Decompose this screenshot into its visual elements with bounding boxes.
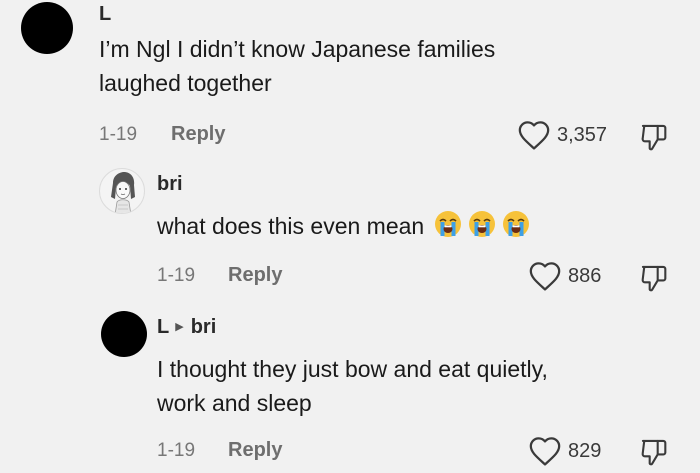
- comment-3: L ▶ bri I thought they just bow and eat qu…: [0, 0, 700, 466]
- heart-outline-icon: [529, 437, 561, 466]
- loudly-crying-face-icon: [469, 211, 496, 237]
- comment-date: 1-19: [157, 440, 196, 461]
- comment-text-line: what does this even mean: [157, 213, 425, 239]
- dislike-button[interactable]: [639, 262, 669, 299]
- comment-text: I’m Ngl I didn’t know Japanese families …: [99, 32, 495, 100]
- heart-outline-icon: [518, 121, 550, 150]
- like-button[interactable]: 829: [528, 435, 601, 467]
- like-count: 3,357: [557, 123, 608, 146]
- comment-text: I thought they just bow and eat quietly,…: [157, 352, 548, 420]
- comment-date: 1-19: [99, 124, 138, 145]
- sketch-portrait-icon: [111, 172, 135, 213]
- comment-text-line: I thought they just bow and eat quietly,: [157, 356, 548, 382]
- comment-author[interactable]: bri: [157, 173, 183, 196]
- comment-text-line: laughed together: [99, 70, 272, 96]
- heart-outline-icon: [529, 262, 561, 291]
- like-button[interactable]: 3,357: [517, 119, 607, 151]
- triangle-right-icon: ▶: [175, 321, 184, 333]
- avatar[interactable]: [101, 311, 147, 357]
- emoji-group: [428, 211, 530, 239]
- thumbs-down-outline-icon: [641, 265, 667, 292]
- dislike-button[interactable]: [639, 121, 669, 158]
- like-button[interactable]: 886: [528, 260, 601, 292]
- avatar[interactable]: [21, 2, 73, 54]
- comment-text-line: I’m Ngl I didn’t know Japanese families: [99, 36, 496, 62]
- avatar[interactable]: [99, 168, 145, 214]
- comment-author[interactable]: L ▶ bri: [157, 316, 216, 339]
- thumbs-down-outline-icon: [641, 124, 667, 151]
- thumbs-down-outline-icon: [641, 439, 667, 466]
- comment-text: what does this even mean: [157, 209, 530, 243]
- loudly-crying-face-icon: [503, 211, 530, 237]
- like-count: 829: [568, 439, 602, 462]
- loudly-crying-face-icon: [435, 211, 462, 237]
- reply-button[interactable]: Reply: [228, 439, 282, 462]
- reply-to-name: bri: [190, 316, 217, 338]
- comment-author[interactable]: L: [99, 3, 111, 26]
- dislike-button[interactable]: [639, 436, 669, 473]
- comment-text-line: work and sleep: [157, 390, 312, 416]
- like-count: 886: [568, 264, 602, 287]
- comment-author-name: L: [157, 316, 170, 338]
- comment-date: 1-19: [157, 265, 196, 286]
- reply-button[interactable]: Reply: [171, 123, 225, 146]
- reply-button[interactable]: Reply: [228, 264, 282, 287]
